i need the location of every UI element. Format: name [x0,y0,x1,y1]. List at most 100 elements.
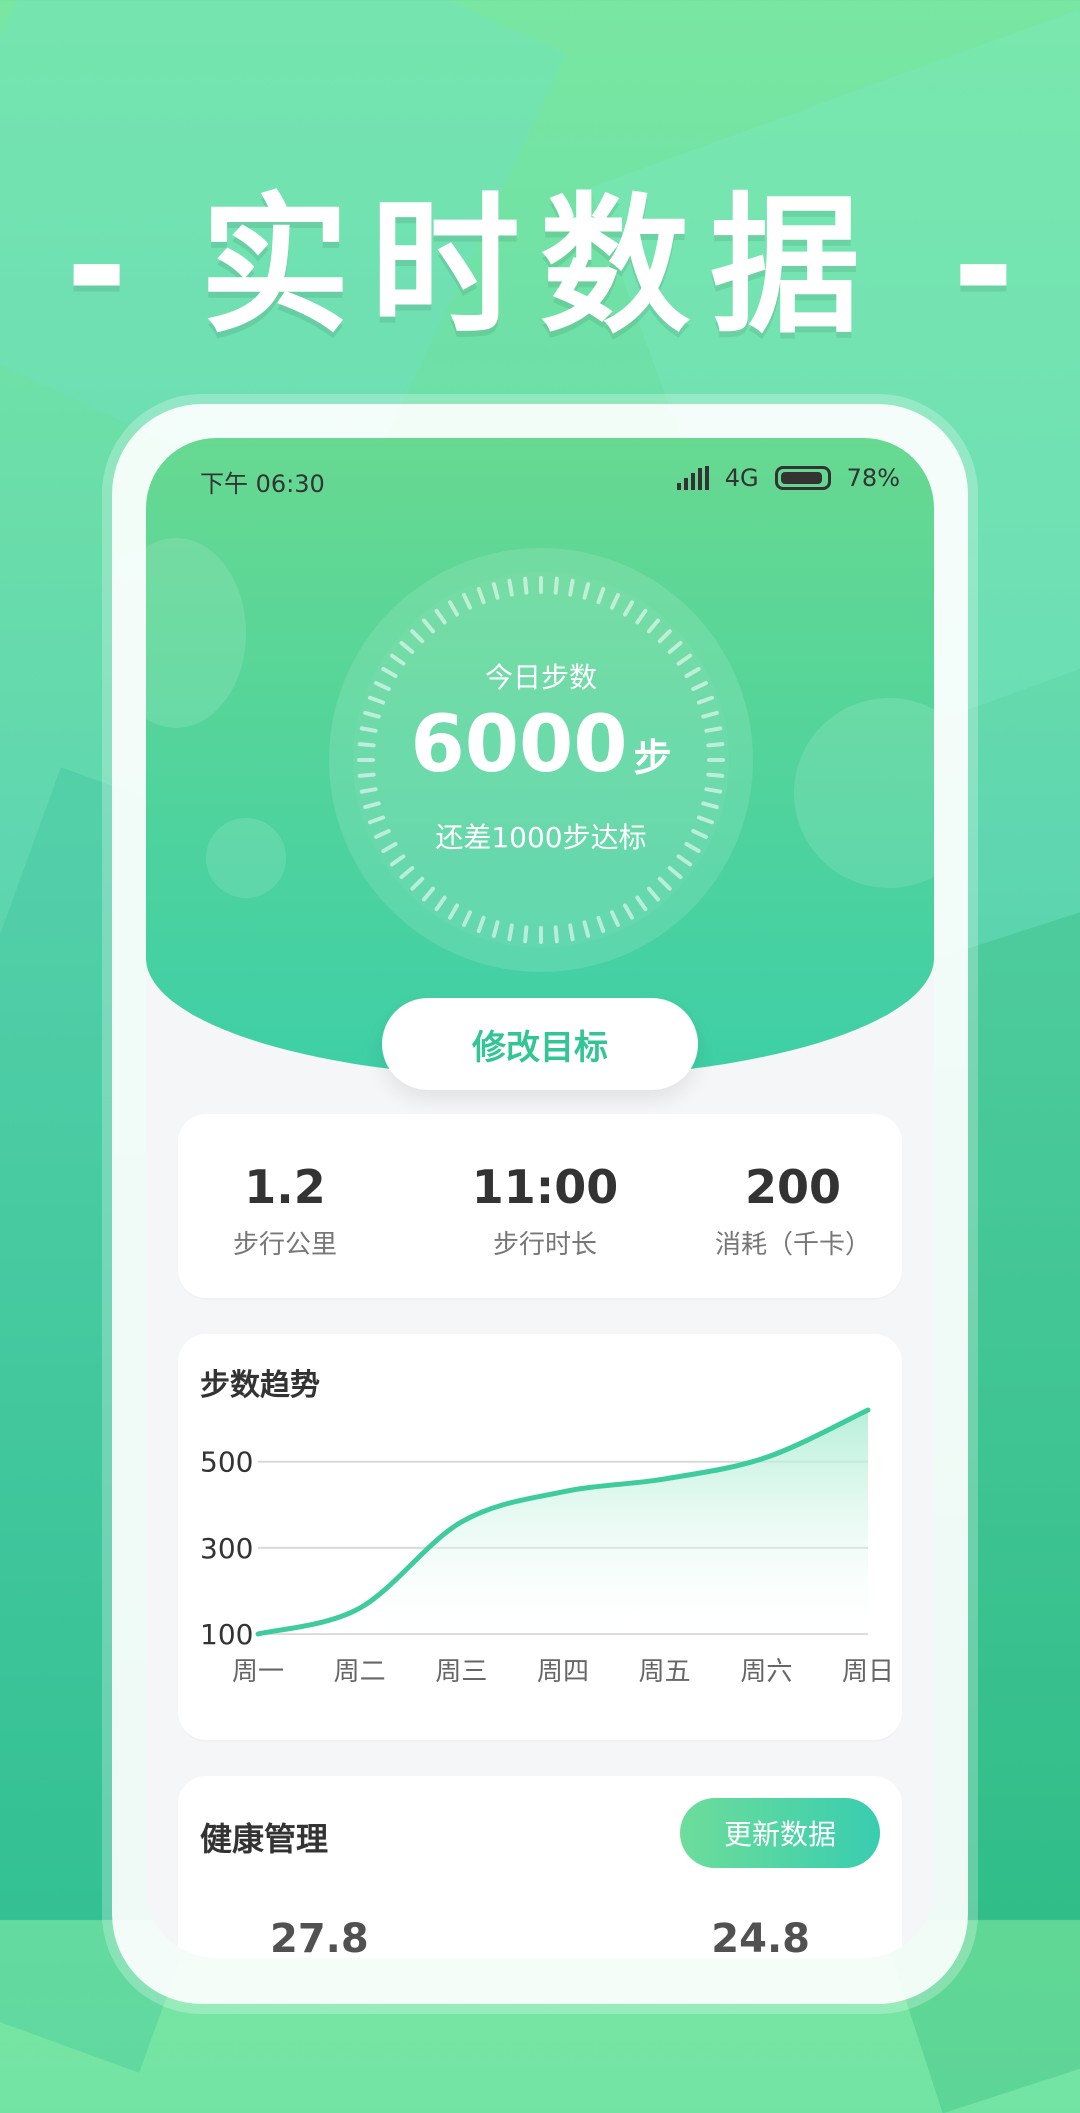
ring-tick [568,923,575,942]
health-peek-left: 27.8 [270,1916,369,1958]
ring-tick [553,576,559,595]
ring-tick [448,600,459,617]
stat-calories-value: 200 [744,1160,842,1214]
ring-tick [701,801,719,810]
ring-tick [657,876,672,891]
ring-tick [399,865,415,879]
ring-tick [523,576,529,595]
ring-tick [623,600,634,617]
decor-bubble [206,818,286,898]
status-time: 下午 06:30 [200,470,325,498]
update-data-button[interactable]: 更新数据 [680,1798,880,1868]
ring-tick [389,854,406,867]
signal-bar [690,473,695,490]
ring-tick [462,910,473,927]
ring-steps-number: 6000 [410,700,628,790]
ring-tick [596,586,606,605]
ring-tick [646,886,660,902]
ring-tick [422,886,436,902]
chart-area [258,1410,868,1634]
status-bar: 下午 06:30 4G 78% [146,438,934,518]
ring-tick [609,593,620,610]
ring-tick [667,641,683,655]
ring-tick [434,608,447,625]
decor-bubble [146,538,246,728]
network-type: 4G [724,464,759,492]
ring-tick [635,895,648,912]
ring-tick [609,910,620,927]
steps-trend-chart: 100 300 500 周一 周二 周三 周四 周五 周六 周日 [200,1407,894,1687]
ring-tick [476,586,486,605]
ring-tick [676,854,693,867]
steps-ring: 今日步数 6000 步 还差1000步达标 [329,548,753,972]
battery-icon [774,466,831,490]
signal-icon [676,466,709,490]
chart-y-tick-label: 300 [200,1532,253,1565]
stats-card: 1.2 步行公里 11:00 步行时长 200 消耗（千卡） [178,1114,902,1298]
signal-bar [683,478,688,490]
ring-tick [553,925,559,944]
health-peek-values: 27.8 24.8 [200,1916,880,1958]
chart-x-tick-label: 周六 [740,1657,792,1687]
decor-bubble [794,698,934,888]
ring-tick [507,578,514,597]
signal-bar [704,466,709,490]
phone-frame: 今日步数 6000 步 还差1000步达标 下午 06:30 4G 78% 修改… [112,404,968,2004]
battery-level: 78% [846,464,900,492]
ring-tick [696,695,715,705]
stat-calories-label: 消耗（千卡） [714,1230,871,1260]
ring-tick [635,608,648,625]
ring-tick [399,641,415,655]
ring-title: 今日步数 [484,661,597,694]
chart-y-tick-label: 500 [200,1446,253,1479]
health-peek-right: 24.8 [711,1916,810,1958]
ring-tick [667,865,683,879]
ring-tick [646,618,660,634]
ring-tick [623,903,634,920]
ring-tick [422,618,436,634]
ring-tick [359,787,378,794]
page-headline: - 实时数据 - [0,145,1080,362]
ring-tick [704,787,723,794]
hero-header: 今日步数 6000 步 还差1000步达标 下午 06:30 4G 78% [146,438,934,1078]
chart-x-tick-label: 周五 [639,1657,691,1687]
ring-tick [410,876,425,891]
chart-x-tick-label: 周四 [537,1657,589,1687]
health-title: 健康管理 [200,1820,329,1858]
chart-x-tick-label: 周日 [842,1657,894,1687]
ring-tick [491,582,500,600]
stat-duration-label: 步行时长 [492,1230,597,1260]
stat-distance: 1.2 步行公里 [190,1160,380,1261]
ring-subtitle: 还差1000步达标 [435,821,647,854]
stat-distance-label: 步行公里 [232,1230,337,1260]
ring-tick [582,582,591,600]
headline-right-dash: - [952,180,1015,354]
ring-tick [582,920,591,938]
signal-bar [676,483,681,490]
ring-steps-value: 6000 步 [329,706,753,784]
ring-steps-unit: 步 [633,736,672,780]
headline-left-dash: - [65,180,128,354]
stat-distance-value: 1.2 [244,1160,326,1214]
ring-tick [462,593,473,610]
status-right: 4G 78% [676,464,900,492]
headline-text: 实时数据 [199,180,880,354]
ring-tick [596,915,606,934]
chart-y-tick-label: 100 [200,1618,253,1651]
ring-tick [657,629,672,644]
phone-screen: 今日步数 6000 步 还差1000步达标 下午 06:30 4G 78% 修改… [146,438,934,1958]
ring-tick [434,895,447,912]
chart-x-tick-label: 周一 [232,1657,284,1687]
ring-tick [363,801,381,810]
edit-goal-button[interactable]: 修改目标 [382,998,698,1090]
signal-bar [697,468,702,490]
ring-tick [523,925,529,944]
steps-trend-card: 步数趋势 100 300 500 周一 周二 周三 周四 周五 周六 周日 [178,1334,902,1740]
ring-tick [367,695,386,705]
health-management-card: 健康管理 更新数据 27.8 24.8 [178,1776,902,1958]
stat-calories: 200 消耗（千卡） [698,1160,888,1261]
ring-tick [507,923,514,942]
chart-x-tick-label: 周二 [334,1657,386,1687]
ring-tick [491,920,500,938]
ring-tick [476,915,486,934]
